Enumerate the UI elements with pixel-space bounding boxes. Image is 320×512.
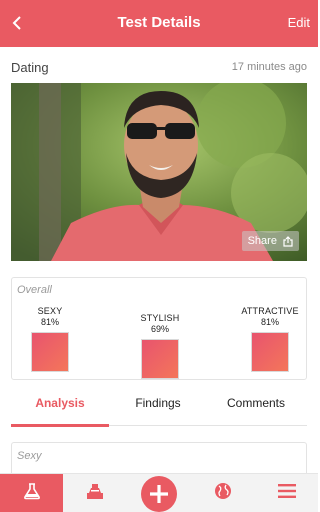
- analysis-card-title: Sexy: [17, 450, 42, 462]
- timestamp: 17 minutes ago: [231, 61, 307, 73]
- score-value: 81%: [40, 317, 59, 327]
- overall-scores-card: Overall SEXY 81% STYLISH 69% ATTRACTIVE …: [11, 277, 307, 380]
- detail-tabs: Analysis Findings Comments: [11, 390, 307, 427]
- score-label: ATTRACTIVE: [241, 306, 299, 316]
- tab-findings[interactable]: Findings: [109, 390, 207, 426]
- test-meta: Dating 17 minutes ago: [11, 58, 307, 76]
- score-swatch: [251, 332, 289, 372]
- page-title: Test Details: [117, 14, 201, 31]
- score-sexy: SEXY 81%: [15, 306, 85, 372]
- add-button[interactable]: [141, 476, 177, 512]
- test-photo: Share: [11, 83, 307, 261]
- test-category: Dating: [11, 60, 49, 75]
- globe-icon: [214, 482, 232, 505]
- overall-title: Overall: [17, 284, 52, 296]
- score-label: SEXY: [37, 306, 63, 316]
- tab-comments[interactable]: Comments: [207, 390, 305, 426]
- score-stylish: STYLISH 69%: [125, 313, 195, 379]
- menu-icon: [277, 484, 296, 503]
- score-label: STYLISH: [140, 313, 180, 323]
- score-value: 69%: [150, 324, 169, 334]
- score-attractive: ATTRACTIVE 81%: [235, 306, 305, 372]
- voting-box-icon: [85, 482, 105, 505]
- nav-menu[interactable]: [255, 474, 318, 512]
- add-icon: [141, 485, 177, 512]
- nav-explore[interactable]: [191, 474, 254, 512]
- nav-tests[interactable]: [0, 474, 63, 512]
- edit-button[interactable]: Edit: [288, 15, 310, 30]
- flask-icon: [23, 482, 41, 505]
- nav-vote[interactable]: [63, 474, 126, 512]
- score-swatch: [141, 339, 179, 379]
- app-header: Test Details Edit: [0, 0, 318, 47]
- share-icon: [283, 235, 293, 247]
- tab-analysis[interactable]: Analysis: [11, 390, 109, 427]
- share-label: Share: [247, 235, 277, 248]
- share-button[interactable]: Share: [241, 231, 299, 251]
- bottom-nav: [0, 473, 318, 512]
- score-value: 81%: [260, 317, 279, 327]
- score-swatch: [31, 332, 69, 372]
